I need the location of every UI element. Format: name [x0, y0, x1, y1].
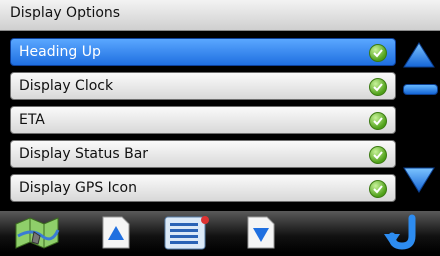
- page-title: Display Options: [10, 5, 121, 21]
- back-arrow-icon: [384, 214, 416, 250]
- list-item-heading-up[interactable]: Heading Up: [10, 38, 396, 66]
- list-item-label: Display Status Bar: [19, 146, 149, 162]
- list-item-label: Heading Up: [19, 44, 101, 60]
- list-item-display-gps-icon[interactable]: Display GPS Icon: [10, 174, 396, 202]
- list-item-eta[interactable]: ETA: [10, 106, 396, 134]
- check-icon[interactable]: [369, 180, 387, 198]
- title-bar: Display Options: [0, 0, 440, 31]
- down-arrow-icon: [403, 167, 435, 193]
- list-item-display-clock[interactable]: Display Clock: [10, 72, 396, 100]
- bottom-toolbar: [0, 211, 440, 253]
- list-item-display-status-bar[interactable]: Display Status Bar: [10, 140, 396, 168]
- check-icon[interactable]: [369, 44, 387, 62]
- check-icon[interactable]: [369, 146, 387, 164]
- scrollbar-thumb[interactable]: [403, 84, 438, 95]
- page-up-icon: [102, 216, 130, 249]
- scroll-down-button[interactable]: [403, 167, 435, 193]
- map-icon: [15, 217, 60, 249]
- check-icon[interactable]: [369, 78, 387, 96]
- page-down-icon: [247, 216, 275, 249]
- list-item-label: ETA: [19, 112, 45, 128]
- list-item-label: Display Clock: [19, 78, 114, 94]
- options-list: Heading Up Display Clock ETA Display Sta…: [0, 31, 440, 210]
- map-button[interactable]: [12, 214, 64, 254]
- list-menu-icon: [164, 216, 209, 250]
- check-icon[interactable]: [369, 112, 387, 130]
- page-up-button[interactable]: [100, 214, 132, 254]
- menu-button[interactable]: [163, 214, 211, 256]
- list-item-label: Display GPS Icon: [19, 180, 137, 196]
- page-down-button[interactable]: [245, 214, 277, 254]
- back-button[interactable]: [382, 214, 422, 256]
- scroll-up-button[interactable]: [403, 42, 435, 68]
- up-arrow-icon: [403, 42, 435, 68]
